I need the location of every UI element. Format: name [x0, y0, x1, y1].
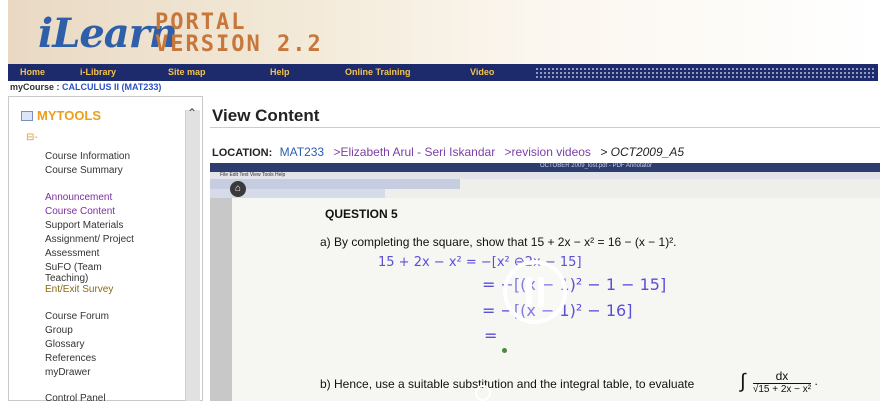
- title-divider: [210, 127, 880, 128]
- course-breadcrumb: myCourse : CALCULUS II (MAT233): [10, 82, 161, 92]
- video-app-toolbar: [210, 179, 460, 189]
- page-title: View Content: [212, 106, 320, 125]
- mytools-title: MYTOOLS: [37, 108, 102, 123]
- sidebar-item-references[interactable]: References: [45, 353, 96, 364]
- pen-cursor-dot: [502, 348, 507, 353]
- integral-numerator: dx: [752, 369, 812, 384]
- question-part-b: b) Hence, use a suitable substitution an…: [320, 377, 695, 391]
- video-home-icon[interactable]: ⌂: [230, 181, 246, 197]
- mytools-sidebar: MYTOOLS ⊟- Course Information Course Sum…: [8, 96, 203, 401]
- nav-home[interactable]: Home: [20, 67, 45, 77]
- video-app-titlebar: OCTOBER 2009_lost.pdf - PDF Annotator: [210, 163, 880, 172]
- pause-icon: [526, 277, 546, 307]
- sidebar-item-announcement[interactable]: Announcement: [45, 192, 112, 203]
- sidebar-item-control-panel[interactable]: Control Panel: [45, 393, 106, 401]
- nav-dotted-filler: [535, 67, 875, 78]
- video-player[interactable]: OCTOBER 2009_lost.pdf - PDF Annotator Fi…: [210, 163, 880, 401]
- sidebar-item-support-materials[interactable]: Support Materials: [45, 220, 123, 231]
- integral-period: .: [814, 374, 818, 389]
- sidebar-item-assignment-project[interactable]: Assignment/ Project: [45, 234, 134, 245]
- sidebar-item-sufo-label: SuFO (Team Teaching): [45, 262, 102, 284]
- nav-help[interactable]: Help: [270, 67, 290, 77]
- scroll-up-arrow-icon[interactable]: ⌃: [187, 106, 197, 120]
- sidebar-item-mydrawer[interactable]: myDrawer: [45, 367, 91, 378]
- sidebar-item-course-content[interactable]: Course Content: [45, 206, 115, 217]
- tree-collapse-icon[interactable]: ⊟-: [26, 132, 38, 143]
- sidebar-item-glossary[interactable]: Glossary: [45, 339, 84, 350]
- sidebar-item-ent-exit-survey[interactable]: Ent/Exit Survey: [45, 284, 113, 295]
- nav-online-training[interactable]: Online Training: [345, 67, 411, 77]
- portal-banner: iLearn PORTAL VERSION 2.2: [8, 0, 878, 64]
- handwriting-line-4: =: [484, 326, 498, 345]
- question-part-a: a) By completing the square, show that 1…: [320, 235, 677, 249]
- top-nav-bar: Home i-Library Site map Help Online Trai…: [8, 64, 878, 81]
- breadcrumb-current: > OCT2009_A5: [600, 145, 684, 159]
- mytools-icon: [21, 111, 33, 121]
- sidebar-item-course-forum[interactable]: Course Forum: [45, 311, 109, 322]
- sidebar-item-group[interactable]: Group: [45, 325, 73, 336]
- portal-title-line2: VERSION 2.2: [155, 32, 323, 57]
- sidebar-item-sufo[interactable]: SuFO (Team Teaching): [17, 262, 122, 284]
- video-app-menubar: File Edit Text View Tools Help: [210, 172, 880, 179]
- course-name[interactable]: CALCULUS II (MAT233): [62, 82, 161, 92]
- breadcrumb-link-course[interactable]: MAT233: [280, 145, 324, 159]
- video-window-title: OCTOBER 2009_lost.pdf - PDF Annotator: [540, 163, 652, 169]
- seek-handle-icon[interactable]: [475, 385, 491, 401]
- integral-sign: ∫: [740, 370, 746, 393]
- question-title: QUESTION 5: [325, 207, 398, 221]
- video-app-sidebar: [210, 198, 232, 401]
- breadcrumb-link-folder[interactable]: >revision videos: [505, 145, 591, 159]
- sidebar-item-course-information[interactable]: Course Information: [45, 151, 130, 162]
- integral-denominator: √15 + 2x − x²: [752, 384, 812, 395]
- sidebar-item-course-summary[interactable]: Course Summary: [45, 165, 123, 176]
- breadcrumb-link-lecturer[interactable]: >Elizabeth Arul - Seri Iskandar: [333, 145, 495, 159]
- integral-fraction: dx √15 + 2x − x²: [752, 369, 812, 395]
- sidebar-item-assessment[interactable]: Assessment: [45, 248, 99, 259]
- course-label: myCourse :: [10, 82, 60, 92]
- location-breadcrumb: LOCATION: MAT233 >Elizabeth Arul - Seri …: [212, 145, 684, 159]
- mytools-header: MYTOOLS: [21, 108, 101, 123]
- location-label: LOCATION:: [212, 147, 273, 159]
- nav-site-map[interactable]: Site map: [168, 67, 206, 77]
- sidebar-scrollbar[interactable]: [185, 110, 200, 401]
- nav-i-library[interactable]: i-Library: [80, 67, 116, 77]
- nav-video[interactable]: Video: [470, 67, 494, 77]
- integral-expression: ∫ dx √15 + 2x − x² .: [740, 369, 818, 395]
- video-menu-text: File Edit Text View Tools Help: [220, 172, 286, 178]
